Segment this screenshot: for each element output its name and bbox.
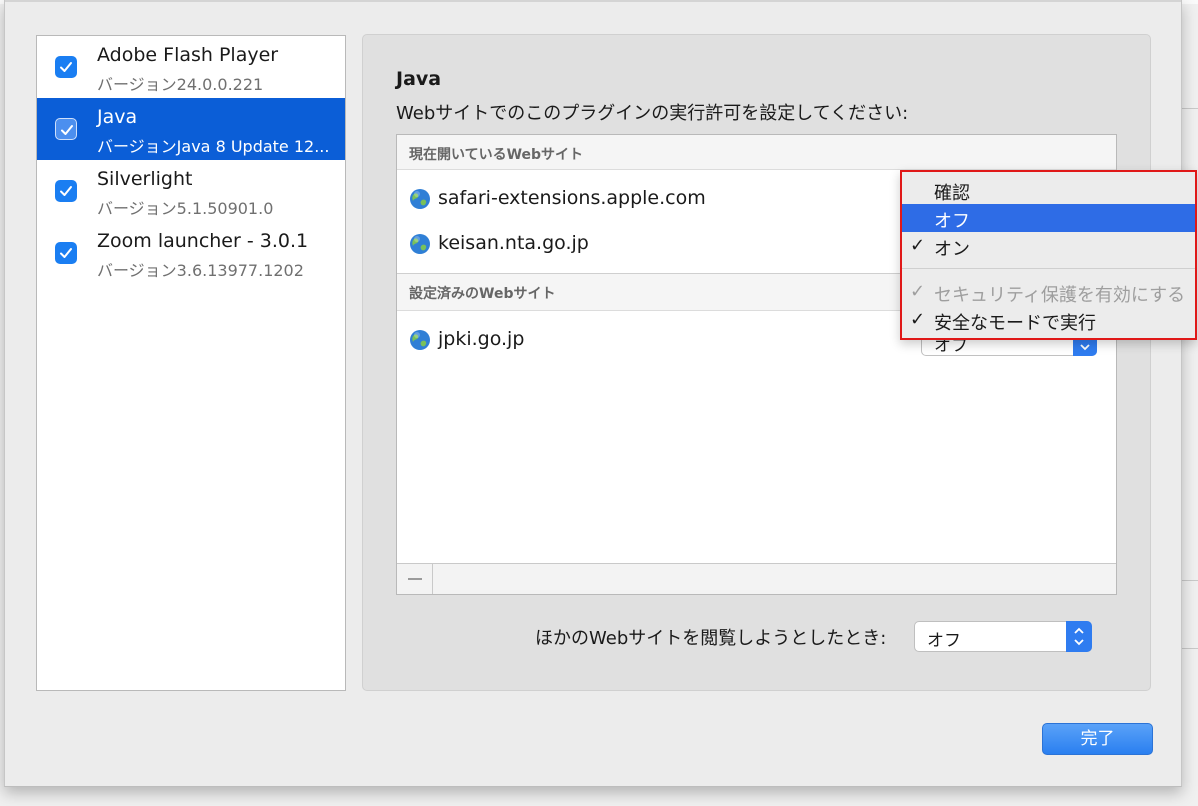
plugin-name: Adobe Flash Player bbox=[97, 44, 279, 66]
panel-title: Java bbox=[396, 68, 442, 90]
plugin-enabled-checkbox[interactable] bbox=[55, 56, 77, 78]
plugin-item-silverlight[interactable]: Silverlight バージョン5.1.50901.0 bbox=[37, 160, 345, 222]
sheet-top-edge bbox=[5, 0, 1181, 2]
plugin-item-zoom-launcher[interactable]: Zoom launcher - 3.0.1 バージョン3.6.13977.120… bbox=[37, 222, 345, 284]
menu-item-label: セキュリティ保護を有効にする bbox=[934, 285, 1186, 306]
plugin-version: バージョン24.0.0.221 bbox=[97, 75, 264, 94]
current-sites-header: 現在開いているWebサイト bbox=[397, 135, 1116, 170]
checkmark-icon bbox=[60, 62, 72, 72]
plugin-detail-panel: Java Webサイトでのこのプラグインの実行許可を設定してください: 現在開い… bbox=[362, 34, 1151, 691]
plugin-list: Adobe Flash Player バージョン24.0.0.221 Java … bbox=[36, 35, 346, 691]
checkmark-icon: ✓ bbox=[910, 309, 926, 330]
checkmark-icon bbox=[61, 125, 73, 135]
menu-item-label: 安全なモードで実行 bbox=[934, 313, 1096, 334]
table-footer bbox=[397, 563, 1116, 594]
section-header-label: 設定済みのWebサイト bbox=[409, 286, 556, 302]
select-value: オフ bbox=[927, 631, 961, 651]
plugin-name: Zoom launcher - 3.0.1 bbox=[97, 230, 309, 252]
globe-icon bbox=[410, 189, 430, 209]
plugin-name: Silverlight bbox=[97, 168, 193, 190]
permission-popup-menu: 確認 オフ ✓ オン ✓ セキュリティ保護を有効にする ✓ 安全なモードで実行 bbox=[900, 170, 1197, 340]
menu-item-ask[interactable]: 確認 bbox=[902, 176, 1195, 204]
plugin-item-adobe-flash[interactable]: Adobe Flash Player バージョン24.0.0.221 bbox=[37, 36, 345, 98]
plugin-enabled-checkbox[interactable] bbox=[55, 118, 77, 140]
panel-subtitle: Webサイトでのこのプラグインの実行許可を設定してください: bbox=[396, 103, 909, 124]
background-divider bbox=[1180, 108, 1198, 109]
menu-separator bbox=[902, 268, 1195, 269]
checkmark-icon bbox=[60, 248, 72, 258]
menu-item-label: オン bbox=[934, 239, 970, 260]
menu-item-off[interactable]: オフ bbox=[902, 204, 1195, 232]
menu-item-label: 確認 bbox=[934, 183, 970, 204]
done-button[interactable]: 完了 bbox=[1042, 723, 1153, 755]
checkmark-icon: ✓ bbox=[910, 235, 926, 256]
globe-icon bbox=[410, 234, 430, 254]
menu-item-safe-mode[interactable]: ✓ 安全なモードで実行 bbox=[902, 306, 1195, 334]
chevron-updown-icon bbox=[1066, 621, 1092, 652]
background-divider bbox=[1180, 648, 1198, 649]
minus-icon bbox=[408, 578, 422, 580]
checkmark-icon: ✓ bbox=[910, 281, 926, 302]
plugin-version: バージョン3.6.13977.1202 bbox=[97, 261, 304, 280]
plugin-enabled-checkbox[interactable] bbox=[55, 180, 77, 202]
checkmark-icon bbox=[60, 186, 72, 196]
other-sites-select[interactable]: オフ bbox=[914, 621, 1092, 652]
remove-site-button[interactable] bbox=[397, 564, 433, 594]
section-header-label: 現在開いているWebサイト bbox=[409, 147, 584, 163]
globe-icon bbox=[410, 330, 430, 350]
plugin-version: バージョン5.1.50901.0 bbox=[97, 199, 274, 218]
menu-item-on[interactable]: ✓ オン bbox=[902, 232, 1195, 260]
plugin-name: Java bbox=[97, 106, 138, 128]
site-name: safari-extensions.apple.com bbox=[438, 187, 706, 209]
plugin-enabled-checkbox[interactable] bbox=[55, 242, 77, 264]
other-sites-label: ほかのWebサイトを閲覧しようとしたとき: bbox=[535, 628, 887, 649]
site-name: keisan.nta.go.jp bbox=[438, 232, 589, 254]
menu-item-label: オフ bbox=[934, 211, 970, 232]
plugin-settings-sheet: Adobe Flash Player バージョン24.0.0.221 Java … bbox=[4, 0, 1182, 787]
background-divider bbox=[1180, 580, 1198, 581]
site-name: jpki.go.jp bbox=[438, 328, 525, 350]
plugin-version: バージョンJava 8 Update 12... bbox=[97, 137, 330, 156]
plugin-item-java[interactable]: Java バージョンJava 8 Update 12... bbox=[37, 98, 345, 160]
menu-item-security-protection: ✓ セキュリティ保護を有効にする bbox=[902, 278, 1195, 306]
